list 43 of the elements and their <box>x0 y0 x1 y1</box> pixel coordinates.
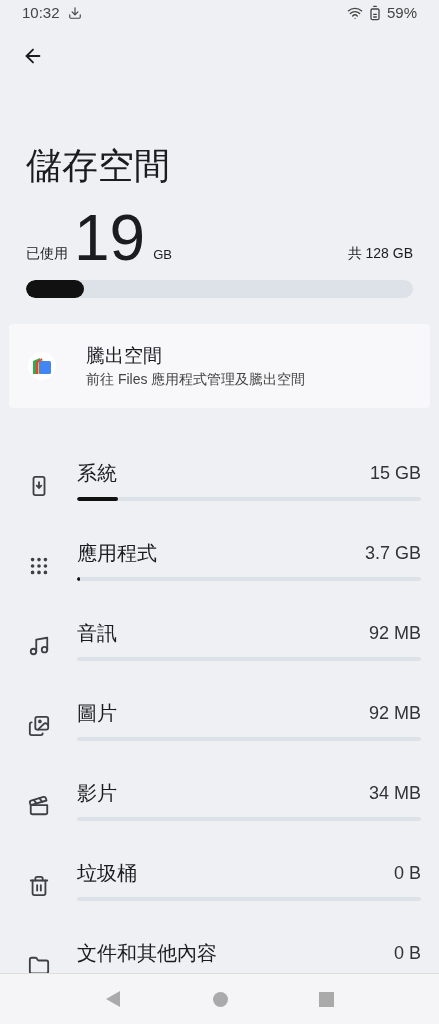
storage-category-row[interactable]: 音訊 92 MB <box>0 600 439 680</box>
download-icon <box>67 6 82 20</box>
storage-category-row[interactable]: 圖片 92 MB <box>0 680 439 760</box>
used-label: 已使用 <box>26 244 68 263</box>
clock: 10:32 <box>22 2 60 23</box>
trash-icon <box>28 875 50 897</box>
category-name: 文件和其他內容 <box>77 941 217 966</box>
category-name: 影片 <box>77 781 117 806</box>
storage-category-row[interactable]: 影片 34 MB <box>0 760 439 840</box>
category-size: 92 MB <box>368 621 421 645</box>
category-size: 15 GB <box>369 461 421 485</box>
storage-category-row[interactable]: 應用程式 3.7 GB <box>0 520 439 600</box>
category-size: 0 B <box>393 861 421 885</box>
category-size: 34 MB <box>368 781 421 805</box>
music-note-icon <box>28 635 50 657</box>
grid-icon <box>28 555 50 577</box>
category-size: 0 B <box>393 941 421 965</box>
back-nav-button[interactable] <box>105 991 122 1007</box>
category-name: 圖片 <box>77 701 117 726</box>
used-amount: 19 <box>74 208 146 268</box>
category-name: 應用程式 <box>77 541 157 566</box>
storage-category-row[interactable]: 文件和其他內容 0 B <box>0 920 439 973</box>
category-name: 音訊 <box>77 621 117 646</box>
home-nav-button[interactable] <box>212 991 228 1007</box>
category-name: 系統 <box>77 461 117 486</box>
images-icon <box>28 715 50 737</box>
wifi-icon <box>346 5 363 21</box>
free-up-title: 騰出空間 <box>86 343 163 368</box>
category-size: 3.7 GB <box>364 541 421 565</box>
free-up-card[interactable]: 騰出空間 前往 Files 應用程式管理及騰出空間 <box>9 324 430 408</box>
total-capacity: 共 128 GB <box>347 244 413 263</box>
storage-category-row[interactable]: 垃圾桶 0 B <box>0 840 439 920</box>
category-size: 92 MB <box>368 701 421 725</box>
free-up-subtitle: 前往 Files 應用程式管理及騰出空間 <box>86 369 306 389</box>
clapperboard-icon <box>28 795 50 817</box>
files-app-icon <box>28 352 56 380</box>
recents-nav-button[interactable] <box>318 991 334 1007</box>
category-name: 垃圾桶 <box>77 861 137 886</box>
used-unit: GB <box>153 245 172 264</box>
storage-category-row[interactable]: 系統 15 GB <box>0 440 439 520</box>
battery-level: 59% <box>386 2 417 23</box>
folder-icon <box>28 955 50 973</box>
page-title: 儲存空間 <box>25 144 171 188</box>
